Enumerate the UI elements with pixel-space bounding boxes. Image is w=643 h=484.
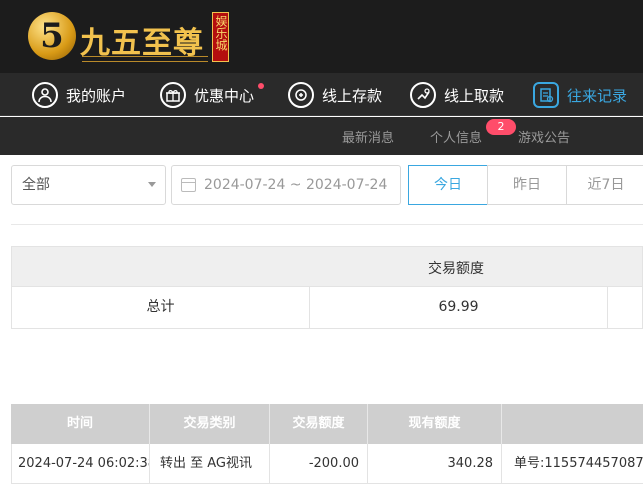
column-header-ref [502, 404, 643, 444]
notification-dot [258, 82, 265, 89]
calendar-icon [181, 178, 196, 192]
quick-filter-7days[interactable]: 近7日 [566, 165, 643, 205]
nav-label-withdraw: 线上取款 [444, 86, 505, 105]
date-range-value: 2024-07-24 ~ 2024-07-24 [204, 177, 388, 193]
records-icon [533, 82, 559, 108]
detail-table-header: 时间 交易类别 交易额度 现有额度 [11, 404, 643, 444]
sub-nav: 最新消息 个人信息 2 游戏公告 [0, 117, 643, 155]
nav-item-promotions[interactable]: 优惠中心 [160, 81, 265, 109]
withdraw-icon [410, 82, 436, 108]
cell-amount: -200.00 [270, 444, 368, 484]
subnav-latest-news[interactable]: 最新消息 [342, 127, 394, 146]
cell-ref: 单号:115574457087 [514, 456, 643, 471]
main-nav: 我的账户 优惠中心 线上存款 线上取款 往来记录 [0, 73, 643, 116]
transaction-type-select[interactable]: 全部 [11, 165, 166, 205]
nav-label-account: 我的账户 [66, 86, 127, 105]
chevron-down-icon [148, 182, 156, 187]
message-count-badge: 2 [486, 119, 516, 135]
column-header-time: 时间 [11, 404, 150, 444]
summary-table-row: 总计 69.99 [11, 287, 643, 329]
transaction-type-value: 全部 [22, 177, 50, 193]
date-range-picker[interactable]: 2024-07-24 ~ 2024-07-24 [171, 165, 401, 205]
column-header-balance: 现有额度 [368, 404, 502, 444]
cell-type: 转出 至 AG视讯 [150, 444, 270, 484]
gift-icon [160, 82, 186, 108]
nav-label-promotions-text: 优惠中心 [194, 86, 255, 105]
nav-item-deposit[interactable]: 线上存款 [288, 81, 382, 109]
nav-label-promotions: 优惠中心 [194, 82, 265, 106]
logo-flourish [82, 56, 208, 62]
quick-filter-today[interactable]: 今日 [408, 165, 488, 205]
divider [11, 224, 643, 225]
subnav-game-announcements[interactable]: 游戏公告 [518, 127, 570, 146]
summary-table-header: 交易额度 [11, 246, 643, 287]
column-header-amount: 交易额度 [270, 404, 368, 444]
nav-label-deposit: 线上存款 [322, 86, 383, 105]
nav-item-records[interactable]: 往来记录 [533, 81, 627, 109]
cell-time: 2024-07-24 06:02:38 [12, 444, 150, 484]
column-header-type: 交易类别 [150, 404, 270, 444]
nav-label-records: 往来记录 [567, 86, 628, 105]
summary-total-label: 总计 [12, 287, 310, 328]
brand-logo[interactable]: 5 九五至尊 娱乐城 [28, 10, 248, 66]
table-row: 2024-07-24 06:02:38 转出 至 AG视讯 -200.00 34… [11, 444, 643, 484]
quick-filter-yesterday[interactable]: 昨日 [487, 165, 567, 205]
summary-total-value: 69.99 [310, 287, 608, 328]
subnav-personal-info[interactable]: 个人信息 [430, 127, 482, 146]
deposit-icon [288, 82, 314, 108]
summary-header-amount: 交易额度 [428, 261, 484, 277]
cell-balance: 340.28 [368, 444, 502, 484]
top-header: 5 九五至尊 娱乐城 [0, 0, 643, 73]
logo-badge: 5 [28, 12, 76, 60]
logo-tag-text: 娱乐城 [214, 15, 228, 51]
nav-item-account[interactable]: 我的账户 [32, 81, 126, 109]
nav-item-withdraw[interactable]: 线上取款 [410, 81, 504, 109]
logo-tag: 娱乐城 [212, 12, 229, 62]
user-icon [32, 82, 58, 108]
